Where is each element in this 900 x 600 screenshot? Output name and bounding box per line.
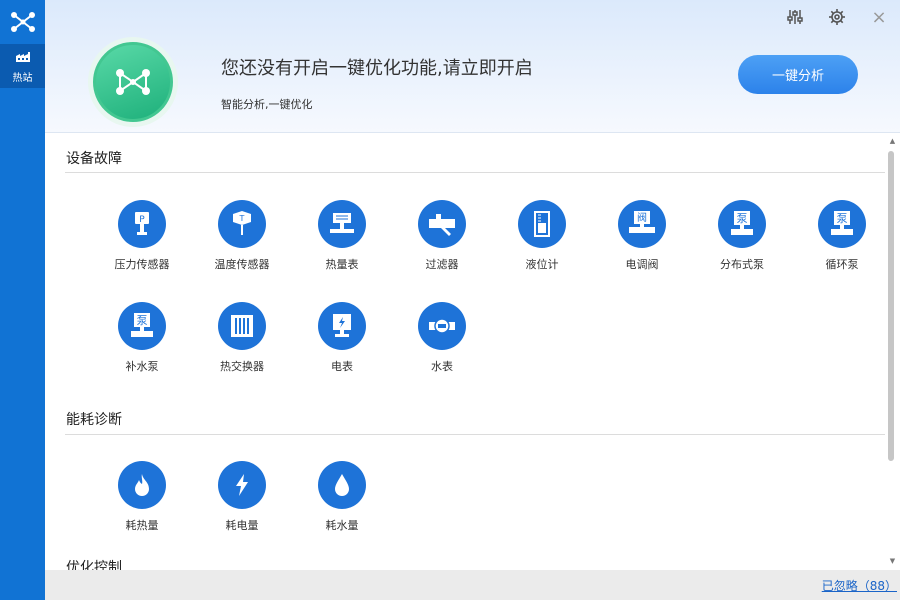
network-logo-icon bbox=[93, 42, 173, 122]
energy-label: 耗水量 bbox=[325, 519, 359, 532]
device-label: 热交换器 bbox=[220, 360, 264, 373]
device-label: 过滤器 bbox=[425, 258, 459, 271]
pressure-glyph: P bbox=[139, 215, 145, 225]
sidebar-item-heat-station[interactable]: 热站 bbox=[0, 44, 45, 88]
window-controls: × bbox=[784, 0, 900, 34]
lightning-icon bbox=[218, 461, 266, 509]
device-water-meter[interactable]: 水表 bbox=[392, 302, 492, 382]
device-filter[interactable]: 过滤器 bbox=[392, 200, 492, 280]
scroll-thumb[interactable] bbox=[888, 151, 894, 461]
heat-meter-icon bbox=[318, 200, 366, 248]
makeup-pump-icon: 泵 bbox=[118, 302, 166, 350]
status-indicator bbox=[88, 37, 178, 127]
main-content: 设备故障 P 压力传感器 T 温度传感器 热量表 过滤器 液位计 阀 电调阀 泵… bbox=[45, 134, 885, 570]
scroll-down-arrow-icon[interactable]: ▼ bbox=[885, 556, 900, 566]
device-label: 热量表 bbox=[325, 258, 359, 271]
device-heat-meter[interactable]: 热量表 bbox=[292, 200, 392, 280]
network-logo-icon[interactable] bbox=[0, 0, 45, 44]
device-label: 补水泵 bbox=[125, 360, 159, 373]
energy-heat-consumption[interactable]: 耗热量 bbox=[92, 461, 192, 541]
gear-icon[interactable] bbox=[826, 6, 848, 28]
temperature-glyph: T bbox=[239, 214, 245, 223]
one-click-analyze-button[interactable]: 一键分析 bbox=[738, 55, 858, 94]
close-glyph: × bbox=[871, 6, 887, 28]
header-banner: × 您还没有开启一键优化功能,请立即开启 智能分析,一键优化 一键分析 bbox=[45, 0, 900, 133]
sidebar-item-label: 热站 bbox=[12, 73, 33, 84]
status-bar: 已忽略（88） bbox=[45, 570, 900, 600]
circulation-pump-icon: 泵 bbox=[818, 200, 866, 248]
device-electric-meter[interactable]: 电表 bbox=[292, 302, 392, 382]
device-label: 温度传感器 bbox=[214, 258, 270, 271]
level-gauge-icon bbox=[518, 200, 566, 248]
sidebar: 热站 bbox=[0, 0, 45, 600]
device-heat-exchanger[interactable]: 热交换器 bbox=[192, 302, 292, 382]
device-label: 循环泵 bbox=[825, 258, 859, 271]
pump-glyph: 泵 bbox=[837, 212, 848, 225]
page-subtitle: 智能分析,一键优化 bbox=[221, 98, 313, 111]
flame-icon bbox=[118, 461, 166, 509]
section-title-optimization-control: 优化控制 bbox=[66, 560, 122, 570]
electric-valve-icon: 阀 bbox=[618, 200, 666, 248]
valve-glyph: 阀 bbox=[637, 211, 647, 224]
pump-glyph: 泵 bbox=[137, 314, 148, 327]
section-title-energy-diagnosis: 能耗诊断 bbox=[66, 412, 122, 428]
device-distributed-pump[interactable]: 泵 分布式泵 bbox=[692, 200, 792, 280]
device-circulation-pump[interactable]: 泵 循环泵 bbox=[792, 200, 885, 280]
pressure-sensor-icon: P bbox=[118, 200, 166, 248]
vertical-scrollbar[interactable]: ▲ ▼ bbox=[885, 134, 900, 570]
device-label: 液位计 bbox=[525, 258, 559, 271]
close-icon[interactable]: × bbox=[868, 6, 890, 28]
energy-label: 耗热量 bbox=[125, 519, 159, 532]
device-temperature-sensor[interactable]: T 温度传感器 bbox=[192, 200, 292, 280]
section-divider bbox=[65, 434, 885, 435]
distributed-pump-icon: 泵 bbox=[718, 200, 766, 248]
electric-meter-icon bbox=[318, 302, 366, 350]
sliders-icon[interactable] bbox=[784, 6, 806, 28]
section-divider bbox=[65, 172, 885, 173]
device-pressure-sensor[interactable]: P 压力传感器 bbox=[92, 200, 192, 280]
section-title-device-faults: 设备故障 bbox=[66, 151, 122, 167]
device-label: 分布式泵 bbox=[720, 258, 764, 271]
device-label: 压力传感器 bbox=[114, 258, 170, 271]
factory-icon bbox=[15, 48, 31, 67]
energy-water-consumption[interactable]: 耗水量 bbox=[292, 461, 392, 541]
water-meter-icon bbox=[418, 302, 466, 350]
device-level-gauge[interactable]: 液位计 bbox=[492, 200, 592, 280]
heat-exchanger-icon bbox=[218, 302, 266, 350]
energy-power-consumption[interactable]: 耗电量 bbox=[192, 461, 292, 541]
ignored-items-link[interactable]: 已忽略（88） bbox=[822, 577, 897, 594]
filter-icon bbox=[418, 200, 466, 248]
temperature-sensor-icon: T bbox=[218, 200, 266, 248]
device-label: 水表 bbox=[431, 360, 453, 373]
page-title: 您还没有开启一键优化功能,请立即开启 bbox=[221, 58, 533, 79]
pump-glyph: 泵 bbox=[737, 212, 748, 225]
device-label: 电调阀 bbox=[625, 258, 659, 271]
device-makeup-pump[interactable]: 泵 补水泵 bbox=[92, 302, 192, 382]
scroll-up-arrow-icon[interactable]: ▲ bbox=[885, 136, 900, 146]
device-electric-valve[interactable]: 阀 电调阀 bbox=[592, 200, 692, 280]
device-label: 电表 bbox=[331, 360, 353, 373]
energy-label: 耗电量 bbox=[225, 519, 259, 532]
water-drop-icon bbox=[318, 461, 366, 509]
